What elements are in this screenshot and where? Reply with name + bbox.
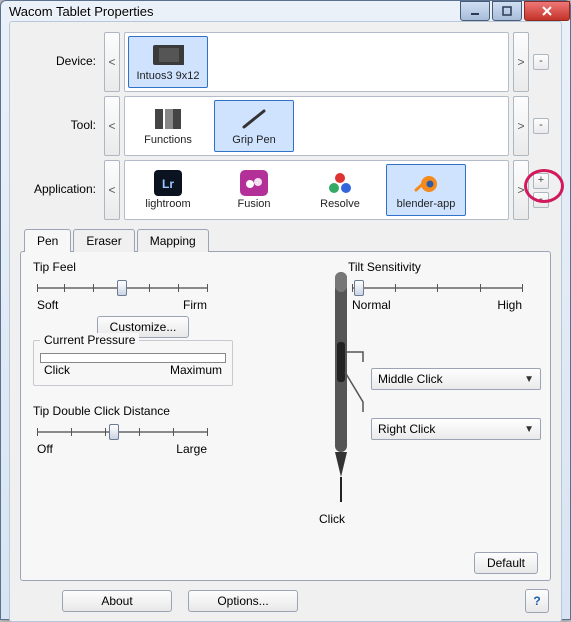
tab-eraser[interactable]: Eraser — [73, 229, 134, 252]
upper-button-group: Middle Click ▼ — [371, 368, 541, 390]
tilt-slider[interactable] — [352, 278, 522, 298]
device-label: Device: — [20, 32, 100, 92]
app-window: Wacom Tablet Properties Device: < Intuos… — [0, 0, 571, 620]
app-tile-fusion[interactable]: Fusion — [214, 164, 294, 216]
upper-button-combo[interactable]: Middle Click ▼ — [371, 368, 541, 390]
chevron-down-icon: ▼ — [524, 424, 534, 435]
tool-strip: Functions Grip Pen — [124, 96, 509, 156]
app-tile-resolve[interactable]: Resolve — [300, 164, 380, 216]
dblclick-slider[interactable] — [37, 422, 207, 442]
device-row: Device: < Intuos3 9x12 > - — [20, 32, 551, 92]
app-tile-blender[interactable]: blender-app — [386, 164, 466, 216]
device-scroll-right[interactable]: > — [513, 32, 529, 92]
pressure-left: Click — [44, 363, 70, 377]
app-tile-blender-label: blender-app — [397, 198, 456, 210]
tool-scroll-right[interactable]: > — [513, 96, 529, 156]
dblclick-thumb[interactable] — [109, 424, 119, 440]
app-add-button[interactable]: + — [533, 173, 549, 189]
chevron-down-icon: ▼ — [524, 374, 534, 385]
resolve-icon — [324, 170, 356, 196]
dblclick-left: Off — [37, 442, 53, 456]
window-title: Wacom Tablet Properties — [9, 4, 154, 19]
device-side: - — [533, 32, 551, 92]
tool-tile-functions-label: Functions — [144, 134, 192, 146]
dblclick-title: Tip Double Click Distance — [33, 404, 253, 418]
close-button[interactable] — [524, 1, 570, 21]
blender-icon — [410, 170, 442, 196]
tilt-group: Tilt Sensitivity NormalHigh — [348, 260, 538, 312]
pressure-title: Current Pressure — [40, 333, 139, 347]
app-tile-lightroom-label: lightroom — [145, 198, 190, 210]
tab-pen[interactable]: Pen — [24, 229, 71, 252]
application-strip: Lr lightroom Fusion Resolve blender-app — [124, 160, 509, 220]
tab-mapping[interactable]: Mapping — [137, 229, 209, 252]
tipfeel-slider[interactable] — [37, 278, 207, 298]
application-row: Application: < Lr lightroom Fusion Resol… — [20, 160, 551, 220]
dblclick-right: Large — [176, 442, 207, 456]
functions-icon — [152, 106, 184, 132]
app-tile-lightroom[interactable]: Lr lightroom — [128, 164, 208, 216]
app-scroll-left[interactable]: < — [104, 160, 120, 220]
tipfeel-title: Tip Feel — [33, 260, 253, 274]
tool-tile-functions[interactable]: Functions — [128, 100, 208, 152]
about-button[interactable]: About — [62, 590, 172, 612]
upper-button-value: Middle Click — [378, 372, 443, 386]
tool-scroll-left[interactable]: < — [104, 96, 120, 156]
tilt-title: Tilt Sensitivity — [348, 260, 538, 274]
app-remove-button[interactable]: - — [533, 192, 549, 208]
pressure-bar — [40, 353, 226, 363]
help-button[interactable]: ? — [525, 589, 549, 613]
window-buttons — [458, 1, 570, 21]
fusion-icon — [238, 170, 270, 196]
maximize-button[interactable] — [492, 1, 522, 21]
pressure-right: Maximum — [170, 363, 222, 377]
device-strip: Intuos3 9x12 — [124, 32, 509, 92]
lower-button-group: Right Click ▼ — [371, 418, 541, 440]
minimize-button[interactable] — [460, 1, 490, 21]
options-button[interactable]: Options... — [188, 590, 298, 612]
tool-label: Tool: — [20, 96, 100, 156]
left-column: Tip Feel SoftFirm Customize... Curren — [33, 260, 253, 456]
lower-button-combo[interactable]: Right Click ▼ — [371, 418, 541, 440]
device-remove-button[interactable]: - — [533, 54, 549, 70]
tool-row: Tool: < Functions Grip Pen > - — [20, 96, 551, 156]
tilt-right: High — [497, 298, 522, 312]
lightroom-icon: Lr — [152, 170, 184, 196]
tipfeel-right: Firm — [183, 298, 207, 312]
device-tile-label: Intuos3 9x12 — [137, 70, 200, 82]
tipfeel-thumb[interactable] — [117, 280, 127, 296]
pen-illustration — [321, 252, 361, 482]
default-button[interactable]: Default — [474, 552, 538, 574]
app-side: + - — [533, 160, 551, 220]
tablet-icon — [152, 42, 184, 68]
pen-icon — [238, 106, 270, 132]
pressure-fieldset: Current Pressure ClickMaximum — [33, 340, 233, 386]
app-tile-fusion-label: Fusion — [237, 198, 270, 210]
device-tile-intuos3[interactable]: Intuos3 9x12 — [128, 36, 208, 88]
titlebar: Wacom Tablet Properties — [1, 1, 570, 21]
tab-headers: Pen Eraser Mapping — [24, 228, 551, 251]
tipfeel-slider-box: Soft Firm — [33, 278, 253, 312]
tool-tile-grip-pen[interactable]: Grip Pen — [214, 100, 294, 152]
tabs-area: Pen Eraser Mapping Tip Feel Soft Firm — [20, 228, 551, 581]
client-area: Device: < Intuos3 9x12 > - Tool: < Funct… — [9, 21, 562, 622]
tool-side: - — [533, 96, 551, 156]
app-tile-resolve-label: Resolve — [320, 198, 360, 210]
tip-label: Click — [319, 512, 345, 526]
tool-tile-grip-pen-label: Grip Pen — [232, 134, 275, 146]
svg-text:Lr: Lr — [162, 177, 174, 191]
tipfeel-left: Soft — [37, 298, 58, 312]
footer: About Options... ? — [20, 585, 551, 613]
tool-remove-button[interactable]: - — [533, 118, 549, 134]
application-label: Application: — [20, 160, 100, 220]
app-scroll-right[interactable]: > — [513, 160, 529, 220]
lower-button-value: Right Click — [378, 422, 435, 436]
device-scroll-left[interactable]: < — [104, 32, 120, 92]
pen-panel: Tip Feel SoftFirm Customize... Curren — [20, 251, 551, 581]
